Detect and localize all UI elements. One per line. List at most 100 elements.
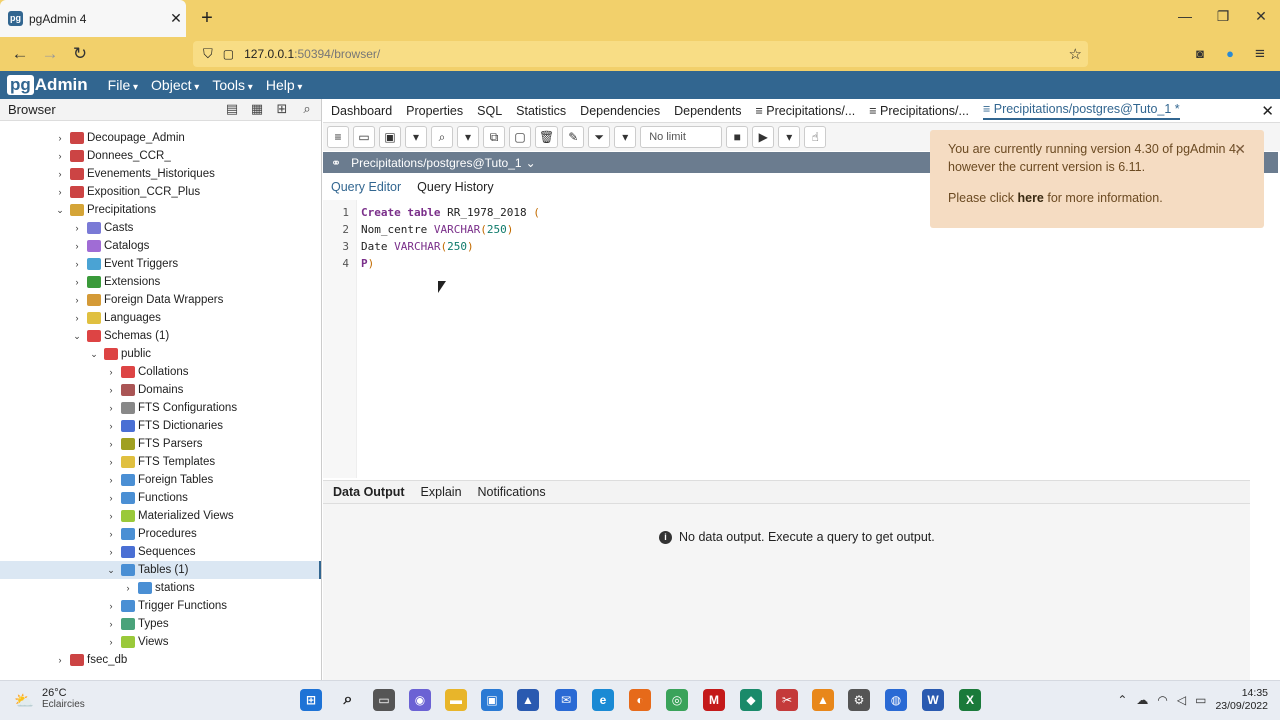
reload-icon[interactable]: ↻ bbox=[68, 43, 92, 65]
close-panel-icon[interactable]: ✕ bbox=[1261, 102, 1274, 120]
chevron-down-icon[interactable]: ⌄ bbox=[105, 565, 117, 576]
filter-icon[interactable]: ⏷ bbox=[588, 126, 611, 148]
tree-node[interactable]: › Views bbox=[0, 633, 321, 651]
back-icon[interactable]: ← bbox=[8, 43, 32, 65]
chevron-right-icon[interactable]: › bbox=[105, 619, 117, 629]
chevron-right-icon[interactable]: › bbox=[122, 583, 134, 593]
tree-node[interactable]: › stations bbox=[0, 579, 321, 597]
tree-node[interactable]: › Domains bbox=[0, 381, 321, 399]
code-line[interactable]: P) bbox=[361, 257, 374, 270]
chevron-right-icon[interactable]: › bbox=[105, 601, 117, 611]
chat-icon[interactable]: ◉ bbox=[409, 689, 431, 711]
tree-node[interactable]: › Event Triggers bbox=[0, 255, 321, 273]
bookmark-star-icon[interactable]: ☆ bbox=[1069, 45, 1082, 63]
chevron-right-icon[interactable]: › bbox=[71, 223, 83, 233]
tab-data-output[interactable]: Data Output bbox=[333, 485, 405, 499]
paste-icon[interactable]: ▢ bbox=[509, 126, 531, 148]
store-icon[interactable]: ▣ bbox=[481, 689, 503, 711]
pocket-icon[interactable]: ◙ bbox=[1188, 43, 1212, 65]
filter-dropdown-icon[interactable]: ▾ bbox=[614, 126, 637, 148]
close-tab-icon[interactable]: ✕ bbox=[166, 10, 186, 27]
tab-notifications[interactable]: Notifications bbox=[478, 485, 546, 499]
menu-file[interactable]: File bbox=[108, 77, 138, 93]
tab-query-editor[interactable]: Query Editor bbox=[331, 180, 401, 194]
tree-node[interactable]: ⌄ Precipitations bbox=[0, 201, 321, 219]
copy-icon[interactable]: ⧉ bbox=[483, 126, 505, 148]
mail-icon[interactable]: ✉ bbox=[555, 689, 577, 711]
tab-dashboard[interactable]: Dashboard bbox=[331, 104, 392, 118]
execute-dropdown-icon[interactable]: ▾ bbox=[778, 126, 801, 148]
chevron-right-icon[interactable]: › bbox=[105, 421, 117, 431]
tab-statistics[interactable]: Statistics bbox=[516, 104, 566, 118]
tab-query-1[interactable]: ≡ Precipitations/... bbox=[756, 104, 856, 118]
mcafee-icon[interactable]: M bbox=[703, 689, 725, 711]
tree-node[interactable]: › Foreign Tables bbox=[0, 471, 321, 489]
chevron-right-icon[interactable]: › bbox=[105, 385, 117, 395]
clock[interactable]: 14:35 23/09/2022 bbox=[1215, 687, 1268, 713]
chevron-right-icon[interactable]: › bbox=[105, 475, 117, 485]
chevron-right-icon[interactable]: › bbox=[54, 151, 66, 161]
chevron-down-icon[interactable]: ⌄ bbox=[88, 349, 100, 360]
tree-node[interactable]: › Procedures bbox=[0, 525, 321, 543]
chevron-right-icon[interactable]: › bbox=[105, 529, 117, 539]
close-notice-icon[interactable]: ✕ bbox=[1234, 140, 1246, 158]
onedrive-icon[interactable]: ☁ bbox=[1136, 693, 1148, 707]
chevron-right-icon[interactable]: › bbox=[71, 295, 83, 305]
grid-view-icon[interactable]: ▦ bbox=[246, 101, 268, 119]
tree-node[interactable]: › fsec_db bbox=[0, 651, 321, 669]
menu-help[interactable]: Help bbox=[266, 77, 303, 93]
tree-node[interactable]: › Functions bbox=[0, 489, 321, 507]
chevron-right-icon[interactable]: › bbox=[105, 457, 117, 467]
tree-node[interactable]: › Exposition_CCR_Plus bbox=[0, 183, 321, 201]
windows-start-icon[interactable]: ⊞ bbox=[300, 689, 322, 711]
chevron-right-icon[interactable]: › bbox=[105, 637, 117, 647]
snipping-tool-icon[interactable]: ✂ bbox=[776, 689, 798, 711]
code-line[interactable]: Date VARCHAR(250) bbox=[361, 240, 474, 253]
chevron-down-icon[interactable]: ⌄ bbox=[71, 331, 83, 342]
search-icon[interactable]: ⌕ bbox=[337, 689, 359, 711]
tree-node[interactable]: › Materialized Views bbox=[0, 507, 321, 525]
search-icon[interactable]: ⌕ bbox=[296, 101, 318, 119]
app-icon[interactable]: ◆ bbox=[740, 689, 762, 711]
shield-icon[interactable]: ⛉ bbox=[203, 46, 213, 62]
tree-node[interactable]: › Donnees_CCR_ bbox=[0, 147, 321, 165]
minimize-button[interactable]: — bbox=[1170, 8, 1200, 24]
tab-query-active[interactable]: ≡ Precipitations/postgres@Tuto_1 * bbox=[982, 102, 1180, 120]
save-dropdown-icon[interactable]: ▾ bbox=[405, 126, 427, 148]
tree-node[interactable]: › Trigger Functions bbox=[0, 597, 321, 615]
page-info-icon[interactable]: ▢ bbox=[223, 47, 234, 61]
database-icon[interactable]: ≡ bbox=[327, 126, 349, 148]
tree-node[interactable]: › FTS Parsers bbox=[0, 435, 321, 453]
chevron-right-icon[interactable]: › bbox=[105, 511, 117, 521]
explain-icon[interactable]: ☝ bbox=[804, 126, 827, 148]
execute-icon[interactable]: ▶ bbox=[752, 126, 775, 148]
edge-icon[interactable]: e bbox=[592, 689, 614, 711]
task-view-icon[interactable]: ▭ bbox=[373, 689, 395, 711]
find-icon[interactable]: ⌕ bbox=[431, 126, 453, 148]
tree-node[interactable]: › Casts bbox=[0, 219, 321, 237]
tab-query-2[interactable]: ≡ Precipitations/... bbox=[869, 104, 969, 118]
open-file-icon[interactable]: ▭ bbox=[353, 126, 375, 148]
menu-object[interactable]: Object bbox=[151, 77, 199, 93]
stop-icon[interactable]: ■ bbox=[726, 126, 749, 148]
object-explorer-icon[interactable]: ▤ bbox=[221, 101, 243, 119]
settings-gear-icon[interactable]: ⚙ bbox=[848, 689, 870, 711]
chevron-right-icon[interactable]: › bbox=[71, 241, 83, 251]
excel-icon[interactable]: X bbox=[959, 689, 981, 711]
chrome-icon[interactable]: ◎ bbox=[666, 689, 688, 711]
url-bar[interactable]: ⛉ ▢ 127.0.0.1:50394/browser/ ☆ bbox=[193, 41, 1088, 67]
sql-editor[interactable]: 1234 Create table RR_1978_2018 (Nom_cent… bbox=[323, 200, 1278, 478]
tree-node[interactable]: ⌄ public bbox=[0, 345, 321, 363]
row-limit-select[interactable]: No limit bbox=[640, 126, 723, 148]
tab-explain[interactable]: Explain bbox=[421, 485, 462, 499]
forward-icon[interactable]: → bbox=[38, 43, 62, 65]
chevron-right-icon[interactable]: › bbox=[105, 547, 117, 557]
chevron-right-icon[interactable]: › bbox=[54, 187, 66, 197]
tree-node[interactable]: ⌄ Tables (1) bbox=[0, 561, 321, 579]
filter-table-icon[interactable]: ⊞ bbox=[271, 101, 293, 119]
tree-node[interactable]: › FTS Dictionaries bbox=[0, 417, 321, 435]
chevron-right-icon[interactable]: › bbox=[105, 367, 117, 377]
code-line[interactable]: Nom_centre VARCHAR(250) bbox=[361, 223, 513, 236]
chevron-right-icon[interactable]: › bbox=[71, 313, 83, 323]
tree-node[interactable]: › Collations bbox=[0, 363, 321, 381]
